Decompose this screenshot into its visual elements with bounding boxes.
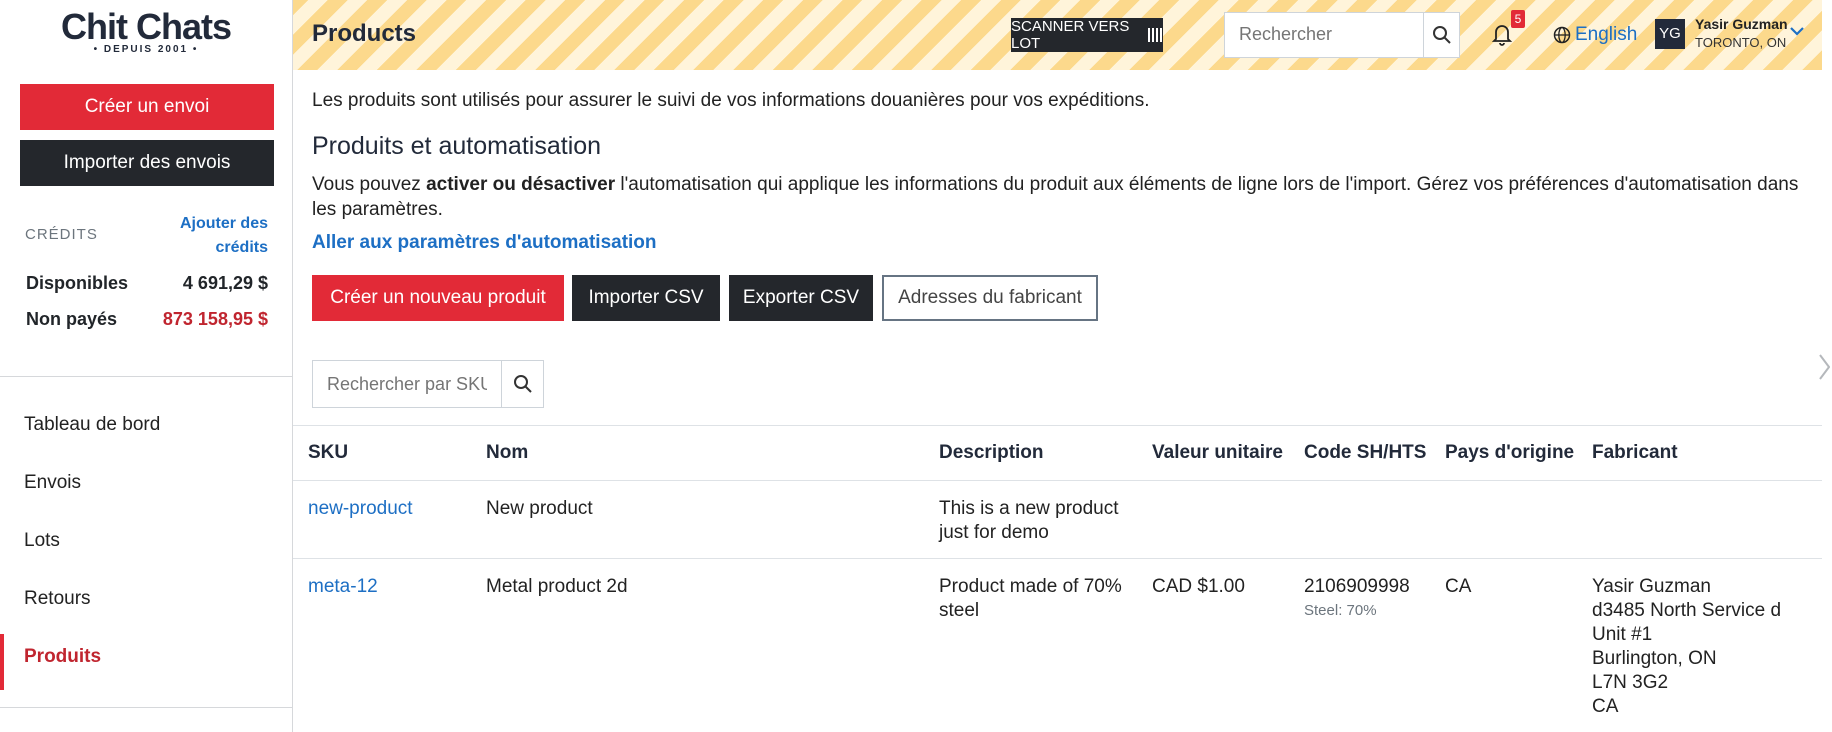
column-header-unit-value[interactable]: Valeur unitaire [1152,442,1283,464]
section-title: Produits et automatisation [312,132,602,160]
credits-unpaid-value: 873 158,95 $ [162,309,268,329]
create-product-button[interactable]: Créer un nouveau produit [312,275,564,321]
row-2-name: Metal product 2d [486,576,628,597]
sidebar-item-shipments[interactable]: Envois [24,472,81,494]
import-shipments-button[interactable]: Importer des envois [20,140,274,186]
column-header-hs-code[interactable]: Code SH/HTS [1304,442,1426,464]
row-2-origin: CA [1445,576,1472,597]
barcode-icon [1147,28,1163,42]
automation-text-part1: Vous pouvez [312,174,427,195]
row-1-description: This is a new product just for demo [939,498,1119,543]
sidebar-divider [0,376,292,377]
scan-to-batch-button[interactable]: SCANNER VERS LOT [1011,18,1163,52]
sidebar-divider-bottom [0,707,292,708]
export-csv-button[interactable]: Exporter CSV [729,275,873,321]
search-icon[interactable] [1423,13,1459,57]
sidebar-item-dashboard[interactable]: Tableau de bord [24,414,160,436]
row-1-sku-link[interactable]: new-product [308,497,413,521]
row-1-name: New product [486,498,593,519]
credits-available-row: Disponibles 4 691,29 $ [26,273,268,294]
sidebar-item-returns[interactable]: Retours [24,588,91,610]
automation-text-bold: activer ou désactiver [426,174,616,195]
chevron-right-icon[interactable] [1818,352,1831,387]
credits-unpaid-row: Non payés 873 158,95 $ [26,309,268,330]
page-title: Products [312,20,417,47]
user-location: TORONTO, ON [1695,35,1787,50]
automation-description: Vous pouvez activer ou désactiver l'auto… [312,172,1812,222]
table-divider [293,425,1822,426]
brand-name: Chit Chats [61,6,232,47]
brand-logo[interactable]: Chit Chats • DEPUIS 2001 • [0,6,292,55]
manufacturer-addresses-button[interactable]: Adresses du fabricant [882,275,1098,321]
sidebar: Chit Chats • DEPUIS 2001 • Créer un envo… [0,0,293,732]
sidebar-item-batches[interactable]: Lots [24,530,60,552]
language-switcher[interactable]: English [1553,24,1637,46]
table-row-divider [293,558,1822,559]
row-2-sku-link[interactable]: meta-12 [308,575,378,599]
credits-label: CRÉDITS [25,226,98,243]
language-label: English [1575,24,1638,45]
row-2-manufacturer: Yasir Guzman d3485 North Service d Unit … [1592,576,1782,717]
column-header-origin[interactable]: Pays d'origine [1445,442,1574,464]
user-name[interactable]: Yasir Guzman [1695,16,1788,32]
row-2-hs-code-material: Steel: 70% [1304,602,1377,619]
sku-search [312,360,544,408]
column-header-sku[interactable]: SKU [308,442,348,464]
sku-search-input[interactable] [313,361,501,407]
main-content: Les produits sont utilisés pour assurer … [293,70,1822,732]
row-2-unit-value: CAD $1.00 [1152,576,1245,597]
credits-available-label: Disponibles [26,273,129,293]
intro-text: Les produits sont utilisés pour assurer … [312,90,1150,111]
header-search-input[interactable] [1225,13,1423,55]
create-shipment-button[interactable]: Créer un envoi [20,84,274,130]
avatar[interactable]: YG [1655,19,1685,49]
add-credits-link[interactable]: Ajouter des crédits [158,212,268,260]
header-search [1224,12,1460,58]
credits-unpaid-label: Non payés [26,309,118,329]
active-indicator [0,634,4,690]
column-header-description[interactable]: Description [939,442,1044,464]
table-row-divider [293,480,1822,481]
sidebar-item-products[interactable]: Produits [24,646,101,668]
row-2-description: Product made of 70% steel [939,576,1122,621]
row-2-hs-code-value: 2106909998 [1304,576,1410,597]
column-header-manufacturer[interactable]: Fabricant [1592,442,1678,464]
row-2-hs-code: 2106909998 Steel: 70% [1304,575,1410,623]
chevron-down-icon[interactable] [1789,24,1805,42]
notification-badge: 5 [1511,10,1525,28]
credits-available-value: 4 691,29 $ [182,273,268,293]
globe-icon [1553,26,1571,44]
search-icon[interactable] [501,361,543,407]
scan-button-label: SCANNER VERS LOT [1011,18,1130,52]
column-header-name[interactable]: Nom [486,442,528,464]
top-header: Products SCANNER VERS LOT 5 English YG Y… [293,0,1822,70]
automation-settings-link[interactable]: Aller aux paramètres d'automatisation [312,232,657,254]
import-csv-button[interactable]: Importer CSV [572,275,720,321]
